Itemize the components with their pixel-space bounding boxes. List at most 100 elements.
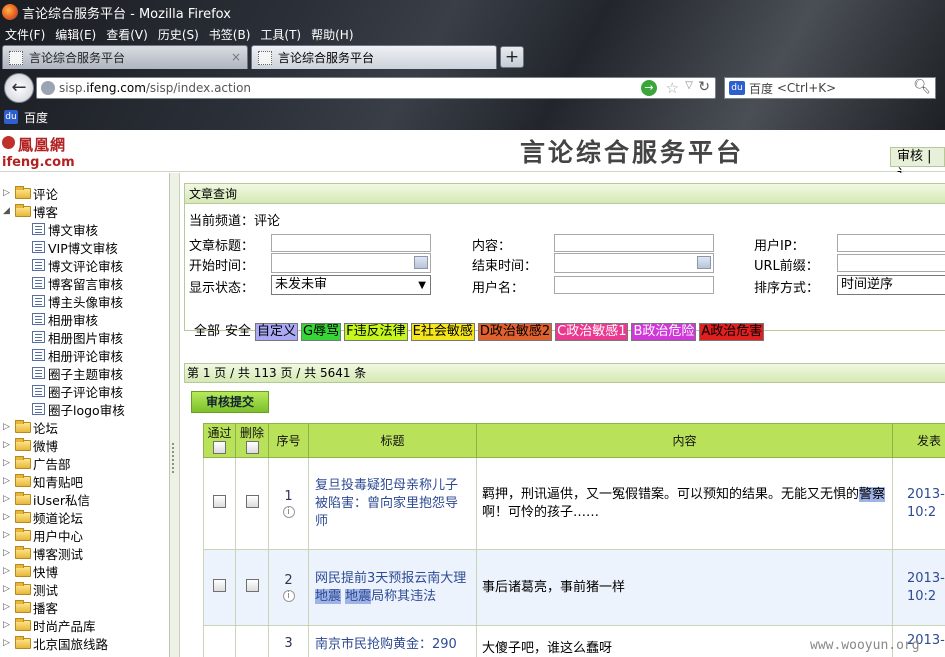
reload-icon[interactable]: ↻ <box>698 79 710 95</box>
url-prefix-input[interactable] <box>837 254 945 272</box>
sidebar-item[interactable]: 博主头像审核 <box>32 292 123 310</box>
menu-file[interactable]: 文件(F) <box>0 26 50 43</box>
expand-triangle-icon[interactable]: ▷ <box>3 188 13 198</box>
expand-triangle-icon[interactable]: ▷ <box>3 548 13 558</box>
submit-review-button[interactable]: 审核提交 <box>191 391 269 413</box>
username-input[interactable] <box>554 276 714 294</box>
bookmark-baidu[interactable]: 百度 <box>24 109 48 126</box>
sidebar-folder[interactable]: ▷ 时尚产品库 <box>0 616 96 634</box>
expand-triangle-icon[interactable]: ▷ <box>3 494 13 504</box>
calendar-icon[interactable] <box>414 256 428 269</box>
tab-2[interactable]: 言论综合服务平台 <box>251 45 497 69</box>
filter-category[interactable]: 全部 <box>193 324 221 340</box>
sidebar-folder[interactable]: ▷ 微博 <box>0 436 58 454</box>
expand-triangle-icon[interactable]: ▷ <box>3 638 13 648</box>
menu-bookmarks[interactable]: 书签(B) <box>204 26 256 43</box>
filter-category[interactable]: B政治危险 <box>631 323 697 341</box>
pass-checkbox[interactable] <box>213 495 226 508</box>
filter-category[interactable]: G辱骂 <box>301 323 342 341</box>
sidebar-folder[interactable]: ▷ 频道论坛 <box>0 508 83 526</box>
sidebar-folder[interactable]: ▷ 北京国旅线路 <box>0 634 108 652</box>
channel-tree: ▷ 评论 ◢ 博客 博文审核 VIP博文审核 博文评论审核 博客留言审核 博主头像审核 相册审核相… <box>0 173 170 657</box>
menu-view[interactable]: 查看(V) <box>101 26 153 43</box>
sidebar-folder[interactable]: ▷ 博客测试 <box>0 544 83 562</box>
sidebar-item[interactable]: 相册图片审核 <box>32 328 123 346</box>
search-bar[interactable]: du 百度 <Ctrl+K> 🔍︎ <box>724 77 936 99</box>
info-icon[interactable]: i <box>282 590 295 602</box>
display-status-select[interactable]: 未发未审 ▼ <box>271 275 431 295</box>
info-icon[interactable]: i <box>282 506 295 518</box>
sidebar-splitter[interactable] <box>170 173 180 657</box>
menu-tools[interactable]: 工具(T) <box>255 26 306 43</box>
title-link[interactable]: 复旦投毒疑犯母亲称儿子被陷害：曾向家里抱怨导师 <box>308 457 477 550</box>
sidebar-item[interactable]: 圈子主题审核 <box>32 364 123 382</box>
expand-triangle-icon[interactable]: ▷ <box>3 422 13 432</box>
user-ip-input[interactable] <box>837 234 945 252</box>
sidebar-folder[interactable]: ▷ 快博 <box>0 562 58 580</box>
title-link[interactable]: 网民提前3天预报云南大理地震 地震局称其违法 <box>308 549 477 626</box>
menu-history[interactable]: 历史(S) <box>153 26 204 43</box>
title-link[interactable]: 南京市民抢购黄金：290 <box>308 625 477 657</box>
select-all-delete-checkbox[interactable] <box>245 441 259 454</box>
close-tab-icon[interactable]: × <box>231 50 241 64</box>
back-button[interactable]: ← <box>4 73 34 103</box>
sidebar-item[interactable]: 博文评论审核 <box>32 256 123 274</box>
filter-category[interactable]: A政治危害 <box>699 323 765 341</box>
audit-nav-link[interactable]: 审核 | 讠 <box>890 147 945 182</box>
filter-category[interactable]: D政治敏感2 <box>477 323 553 341</box>
sidebar-item[interactable]: 相册评论审核 <box>32 346 123 364</box>
ifeng-logo[interactable]: 鳳凰網 ifeng.com <box>2 134 88 170</box>
filter-category[interactable]: C政治敏感1 <box>555 323 629 341</box>
sidebar-item[interactable]: VIP博文审核 <box>32 238 118 256</box>
menu-help[interactable]: 帮助(H) <box>306 26 358 43</box>
sidebar-folder[interactable]: ▷ iUser私信 <box>0 490 90 508</box>
sidebar-item[interactable]: 博文审核 <box>32 220 98 238</box>
sidebar-folder[interactable]: ▷ 知青贴吧 <box>0 472 83 490</box>
select-all-pass-checkbox[interactable] <box>213 441 226 454</box>
start-time-input[interactable] <box>271 253 431 273</box>
sidebar-folder[interactable]: ▷ 评论 <box>0 184 58 202</box>
new-tab-button[interactable]: + <box>500 46 524 68</box>
splitter-grip[interactable] <box>172 443 178 473</box>
delete-checkbox[interactable] <box>245 579 259 592</box>
sidebar-folder[interactable]: ▷ 用户中心 <box>0 526 83 544</box>
collapse-triangle-icon[interactable]: ◢ <box>3 206 13 216</box>
filter-category[interactable]: 安全 <box>224 324 252 340</box>
sidebar-folder[interactable]: ▷ 广告部 <box>0 454 71 472</box>
sidebar-item[interactable]: 圈子logo审核 <box>32 400 125 418</box>
calendar-icon[interactable] <box>697 256 711 269</box>
search-icon[interactable]: 🔍︎ <box>913 79 931 95</box>
expand-triangle-icon[interactable]: ▷ <box>3 620 13 630</box>
sidebar-item[interactable]: 圈子评论审核 <box>32 382 123 400</box>
sort-select[interactable]: 时间逆序 <box>837 275 945 295</box>
sidebar-folder[interactable]: ◢ 博客 <box>0 202 58 220</box>
expand-triangle-icon[interactable]: ▷ <box>3 476 13 486</box>
expand-triangle-icon[interactable]: ▷ <box>3 602 13 612</box>
sidebar-item[interactable]: 相册审核 <box>32 310 98 328</box>
filter-category[interactable]: 自定义 <box>255 323 299 341</box>
sidebar-item[interactable]: 博客留言审核 <box>32 274 123 292</box>
go-arrow-icon[interactable]: → <box>641 80 657 96</box>
sidebar-folder[interactable]: ▷ 播客 <box>0 598 58 616</box>
tab-1[interactable]: 言论综合服务平台 × <box>2 45 248 69</box>
url-dropdown-icon[interactable]: ▽ <box>685 80 693 91</box>
expand-triangle-icon[interactable]: ▷ <box>3 566 13 576</box>
end-time-input[interactable] <box>554 253 714 273</box>
delete-checkbox[interactable] <box>245 495 259 508</box>
title-input[interactable] <box>271 234 431 252</box>
expand-triangle-icon[interactable]: ▷ <box>3 530 13 540</box>
bookmark-star-icon[interactable]: ☆ <box>666 79 679 97</box>
sidebar-folder[interactable]: ▷ 论坛 <box>0 418 58 436</box>
expand-triangle-icon[interactable]: ▷ <box>3 512 13 522</box>
expand-triangle-icon[interactable]: ▷ <box>3 440 13 450</box>
content-input[interactable] <box>554 234 714 252</box>
filter-category[interactable]: E社会敏感 <box>410 323 475 341</box>
expand-triangle-icon[interactable]: ▷ <box>3 458 13 468</box>
sidebar-folder[interactable]: ▷ 测试 <box>0 580 58 598</box>
url-bar[interactable]: sisp. ifeng.com/sisp/index.action → ☆ ▽ ↻ <box>36 77 716 99</box>
filter-category[interactable]: F违反法律 <box>344 323 408 341</box>
col-delete: 删除 <box>235 423 269 458</box>
menu-edit[interactable]: 编辑(E) <box>50 26 101 43</box>
pass-checkbox[interactable] <box>213 579 226 592</box>
expand-triangle-icon[interactable]: ▷ <box>3 584 13 594</box>
